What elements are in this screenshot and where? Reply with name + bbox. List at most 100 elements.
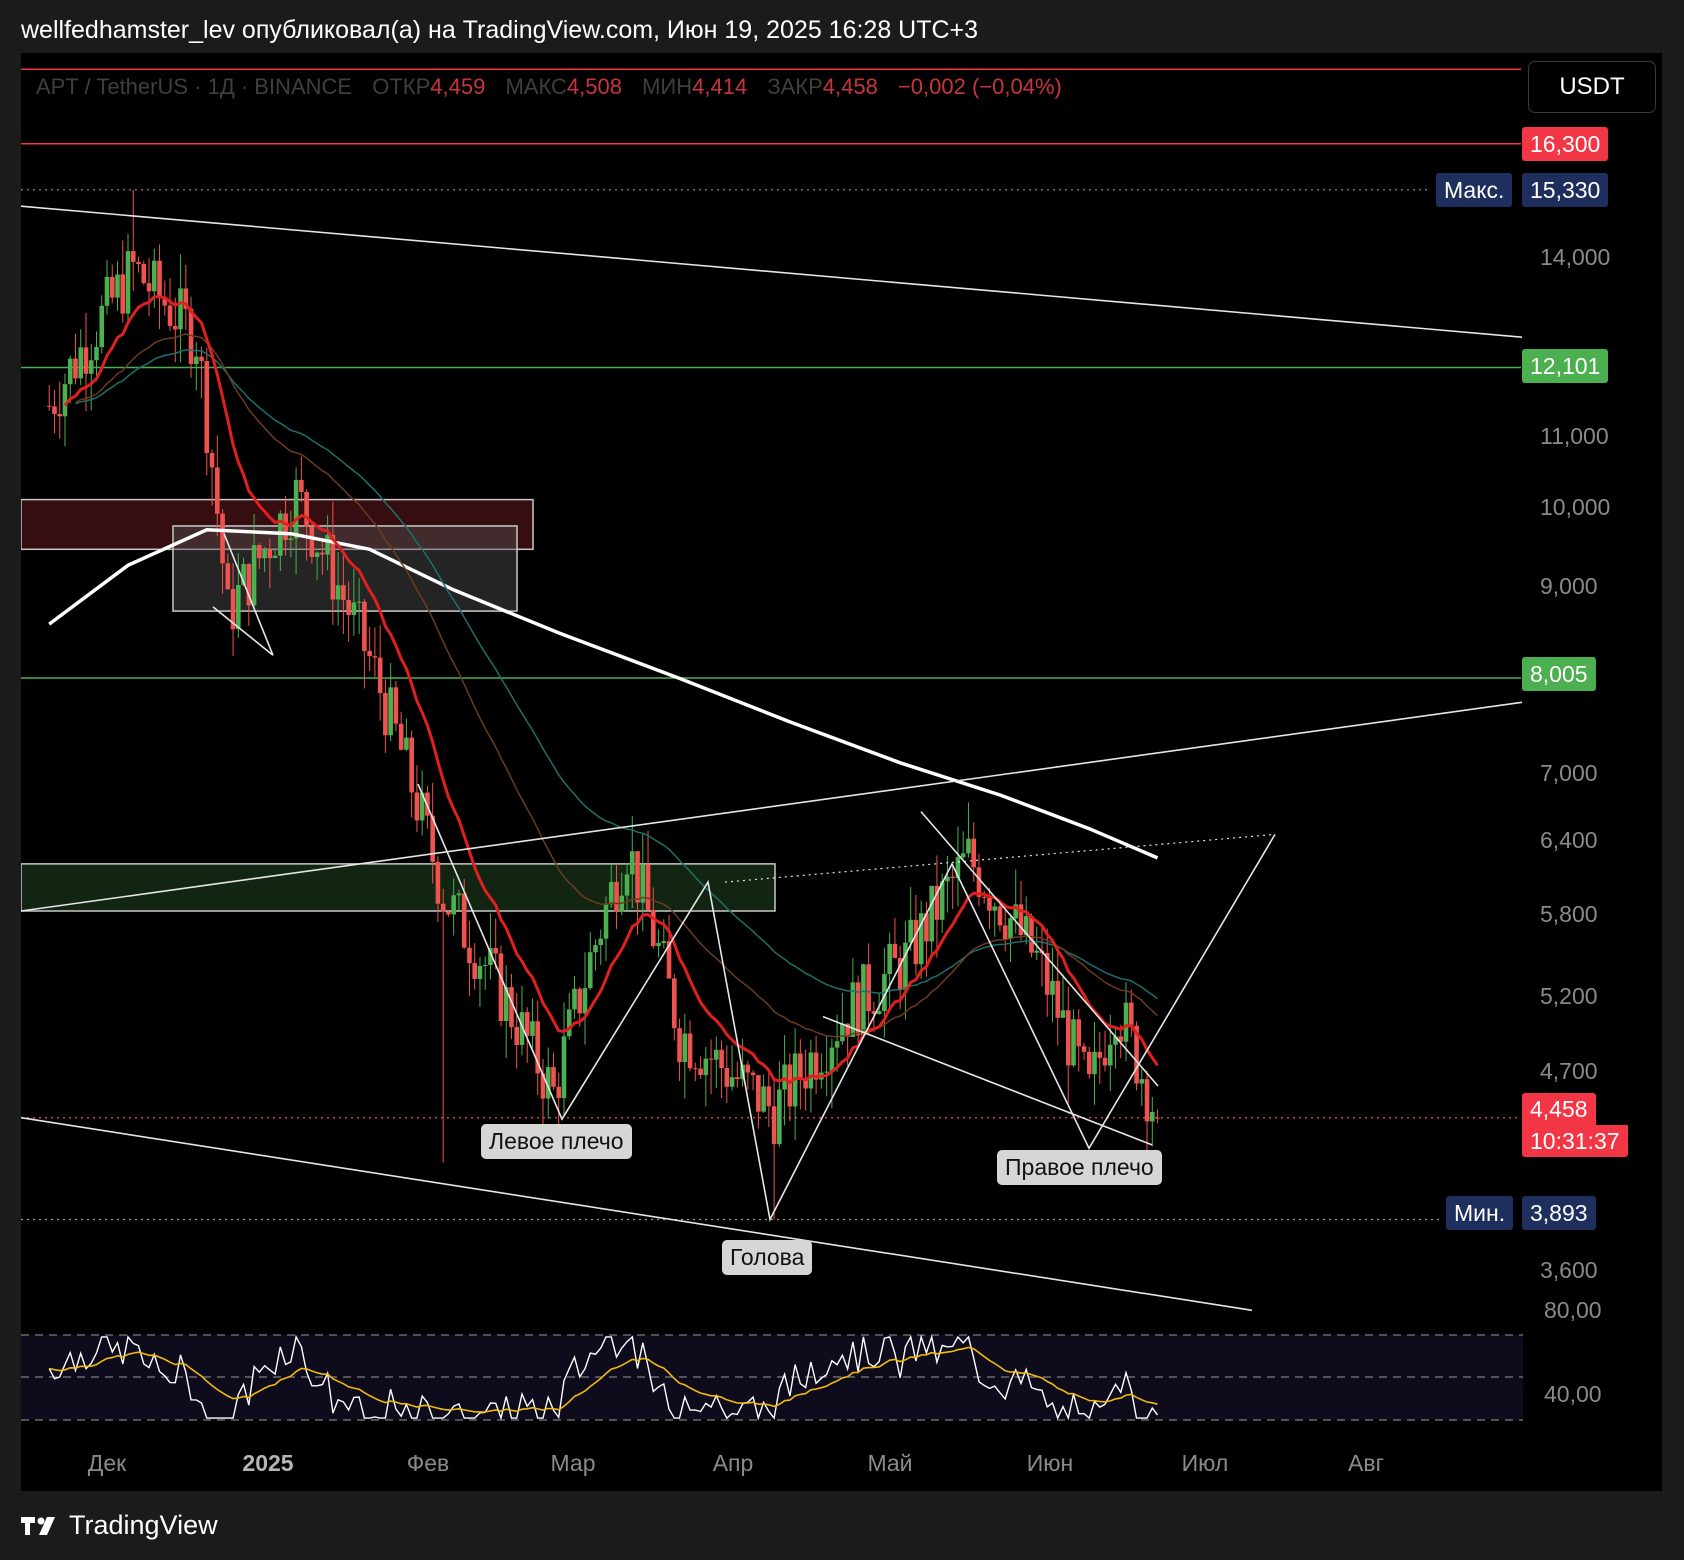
candle-body: [798, 1053, 803, 1079]
time-tick-label: Авг: [1348, 1450, 1384, 1476]
candle-body: [73, 358, 78, 379]
candle-body: [120, 274, 126, 314]
candle-body: [892, 943, 898, 958]
candle-body: [446, 911, 451, 915]
price-tick-label: 11,000: [1540, 423, 1609, 449]
candle-body: [167, 305, 173, 326]
candle-body: [141, 264, 147, 284]
candle-body: [467, 947, 472, 964]
level-tag-16300: 16,300: [1522, 127, 1609, 161]
min-marker-value: 3,893: [1522, 1196, 1596, 1230]
price-chart-svg[interactable]: [21, 53, 1662, 1491]
candle-body: [771, 1106, 777, 1145]
candle-body: [997, 906, 1003, 926]
candle-body: [288, 538, 294, 541]
candle-body: [377, 657, 383, 694]
candle-body: [593, 945, 598, 953]
candle-body: [719, 1049, 724, 1069]
candle-body: [314, 552, 320, 557]
candle-body: [524, 1012, 530, 1036]
tradingview-brand: TradingView: [69, 1510, 218, 1540]
candle-body: [178, 288, 183, 330]
candle-body: [320, 552, 325, 555]
price-tick-label: 5,200: [1540, 983, 1598, 1009]
right-shoulder-label: Правое плечо: [997, 1150, 1162, 1185]
candle-body: [493, 947, 499, 954]
candle-body: [777, 1089, 782, 1145]
candle-body: [251, 545, 257, 606]
price-tick-label: 9,000: [1540, 573, 1598, 599]
max-marker-value: 15,330: [1522, 173, 1609, 207]
candle-body: [677, 1028, 682, 1063]
ema-red-line: [63, 295, 1159, 1085]
candle-body: [987, 897, 992, 911]
candle-body: [787, 1064, 793, 1107]
candle-body: [703, 1058, 709, 1076]
candle-body: [57, 413, 63, 417]
candle-body: [1107, 1044, 1113, 1066]
chart-panel[interactable]: [21, 53, 1662, 1491]
candle-body: [1008, 918, 1013, 940]
candle-body: [388, 687, 393, 736]
candle-body: [913, 919, 919, 965]
candle-body: [587, 952, 593, 989]
candle-body: [267, 549, 273, 559]
bar-countdown: 10:31:37: [1522, 1125, 1628, 1157]
candle-body: [1060, 1010, 1066, 1018]
candle-body: [855, 982, 861, 1036]
price-tick-label: 7,000: [1540, 760, 1598, 786]
legend-low: 4,414: [692, 74, 748, 99]
candle-body: [283, 513, 288, 541]
time-tick-label: 2025: [242, 1450, 294, 1476]
price-tick-label: 14,000: [1540, 244, 1611, 270]
price-tick-label: 4,700: [1540, 1058, 1598, 1084]
candle-body: [724, 1068, 730, 1087]
candle-body: [146, 283, 152, 292]
candle-body: [603, 904, 609, 939]
candle-body: [99, 305, 105, 348]
candle-body: [761, 1086, 766, 1112]
candle-body: [645, 864, 651, 911]
candle-body: [472, 963, 477, 979]
candle-body: [782, 1064, 787, 1090]
wedge-lower: [822, 1015, 1153, 1146]
candle-body: [1155, 1117, 1160, 1119]
candle-body: [1034, 950, 1040, 953]
time-tick-label: Июн: [1026, 1450, 1074, 1476]
legend-open: 4,459: [430, 74, 486, 99]
candle-body: [598, 938, 604, 946]
candle-body: [1086, 1051, 1092, 1075]
candle-body: [94, 347, 99, 361]
candle-body: [293, 479, 299, 539]
candle-body: [225, 563, 231, 590]
candle-body: [866, 964, 871, 1012]
candle-body: [104, 276, 110, 306]
legend-open-label: ОТКР: [372, 74, 431, 99]
candle-body: [325, 534, 330, 555]
candle-body: [309, 526, 315, 557]
candle-body: [335, 585, 341, 600]
candle-body: [1076, 1019, 1082, 1047]
currency-button[interactable]: USDT: [1528, 61, 1656, 113]
time-tick-label: Фев: [406, 1450, 450, 1476]
candle-body: [582, 988, 588, 1014]
candle-body: [1050, 980, 1055, 995]
candle-body: [1144, 1079, 1150, 1122]
time-tick-label: Мар: [550, 1450, 596, 1476]
candle-body: [903, 942, 908, 990]
candle-body: [981, 896, 987, 898]
candle-body: [83, 347, 89, 374]
candle-body: [193, 356, 199, 365]
candle-body: [671, 978, 677, 1029]
candle-body: [876, 1011, 882, 1014]
candle-body: [608, 881, 614, 905]
candle-body: [629, 851, 635, 875]
candle-body: [1029, 916, 1034, 953]
candle-body: [341, 585, 346, 600]
candle-body: [204, 361, 210, 454]
candle-body: [220, 513, 225, 564]
last-price-tag: 4,458: [1522, 1093, 1596, 1125]
tradingview-footer[interactable]: TradingView: [21, 1510, 218, 1541]
candle-body: [693, 1068, 698, 1070]
candle-body: [572, 988, 577, 1010]
